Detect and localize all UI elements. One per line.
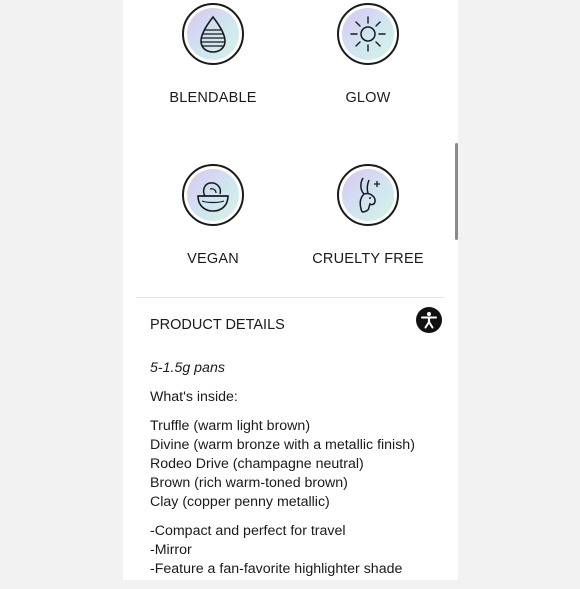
feature-vegan: VEGAN: [138, 164, 288, 267]
section-divider: [136, 297, 444, 298]
pan-size-text: 5-1.5g pans: [150, 360, 225, 376]
accessibility-button[interactable]: [416, 307, 442, 333]
vegan-badge: [182, 164, 244, 226]
accessibility-icon: [421, 312, 437, 329]
shade-item: Rodeo Drive (champagne neutral): [150, 456, 364, 472]
feature-blendable: BLENDABLE: [138, 3, 288, 106]
shade-item: Brown (rich warm-toned brown): [150, 475, 348, 491]
product-details-content: 5-1.5g pans What's inside: Truffle (warm…: [150, 359, 450, 589]
shade-item: Truffle (warm light brown): [150, 418, 311, 434]
whats-inside-label: What's inside:: [150, 389, 238, 405]
feature-label: GLOW: [345, 90, 391, 106]
bunny-icon: [359, 177, 380, 213]
feature-label: CRUELTY FREE: [312, 251, 424, 267]
feature-bullet: -Mirror: [150, 542, 192, 558]
blendable-badge: [182, 3, 244, 65]
feature-cruelty-free: CRUELTY FREE: [293, 164, 443, 267]
shade-item: Divine (warm bronze with a metallic fini…: [150, 437, 415, 453]
cruelty-free-badge: [337, 164, 399, 226]
feature-bullet: -Feature a fan-favorite highlighter shad…: [150, 561, 403, 577]
glow-badge: [337, 3, 399, 65]
scrollbar-thumb[interactable]: [455, 143, 458, 240]
feature-glow: GLOW: [293, 3, 443, 106]
feature-label: VEGAN: [187, 251, 239, 267]
feature-label: BLENDABLE: [169, 90, 257, 106]
feature-bullet: -Compact and perfect for travel: [150, 523, 346, 539]
product-details-heading[interactable]: PRODUCT DETAILS: [150, 317, 285, 333]
sun-icon: [350, 16, 386, 52]
shade-item: Clay (copper penny metallic): [150, 494, 330, 510]
egg-sponge-icon: [200, 15, 226, 53]
avocado-bowl-icon: [197, 182, 229, 212]
features-list: -Compact and perfect for travel -Mirror …: [150, 522, 450, 579]
shade-list: Truffle (warm light brown) Divine (warm …: [150, 417, 450, 512]
